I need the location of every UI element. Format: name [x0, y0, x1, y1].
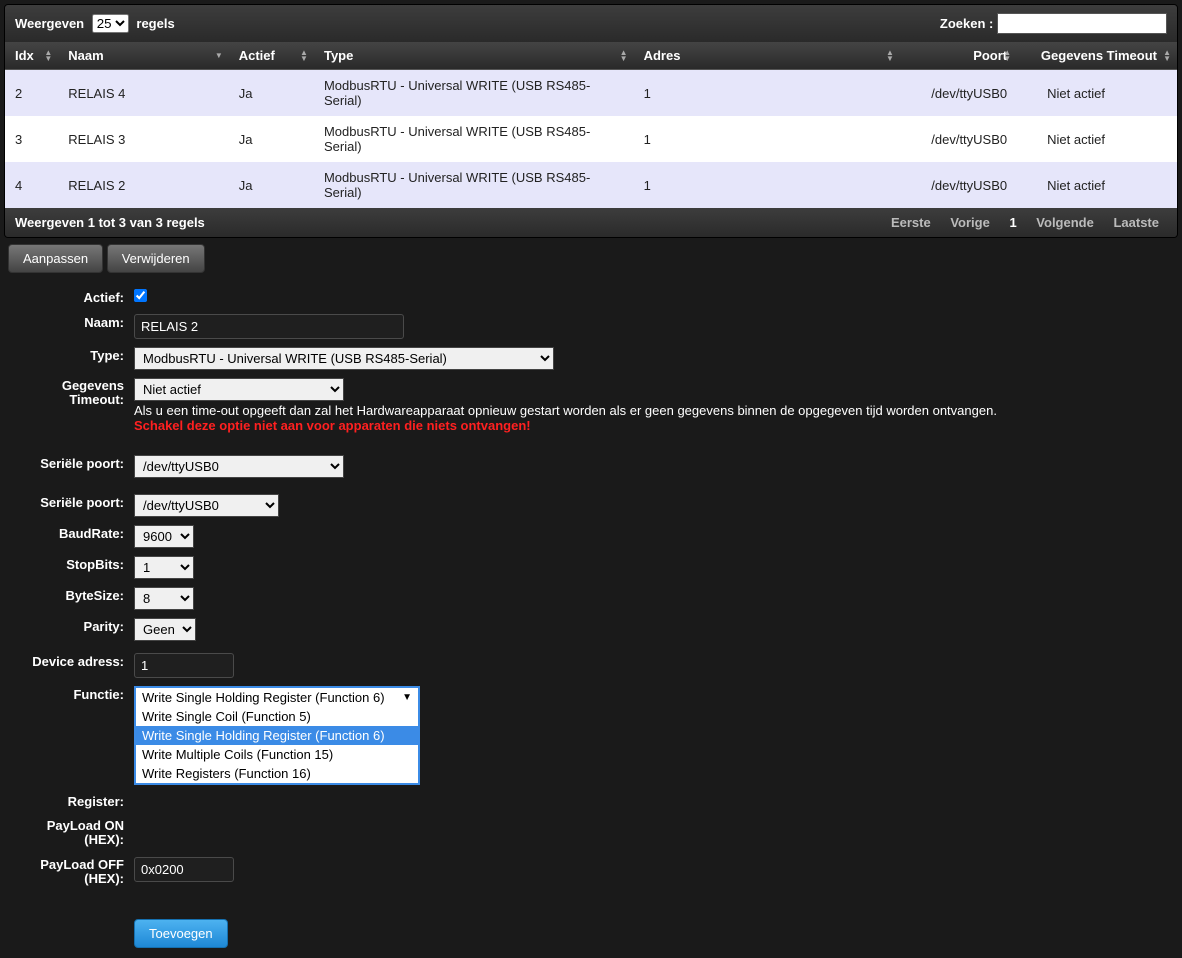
delete-button[interactable]: Verwijderen: [107, 244, 205, 273]
sort-icon: ▲▼: [300, 50, 308, 62]
payload-on-label: PayLoad ON (HEX):: [4, 816, 134, 851]
functie-label: Functie:: [4, 684, 134, 705]
pager-last[interactable]: Laatste: [1107, 213, 1165, 232]
col-naam[interactable]: Naam▼: [58, 42, 228, 70]
devadr-label: Device adress:: [4, 651, 134, 672]
show-suffix: regels: [136, 16, 174, 31]
bytesize-select[interactable]: 8: [134, 587, 194, 610]
col-poort[interactable]: Poort▲▼: [900, 42, 1017, 70]
cell-poort: /dev/ttyUSB0: [900, 70, 1017, 117]
show-prefix: Weergeven: [15, 16, 84, 31]
cell-actief: Ja: [229, 70, 314, 117]
cell-type: ModbusRTU - Universal WRITE (USB RS485-S…: [314, 116, 634, 162]
pagination: Eerste Vorige 1 Volgende Laatste: [883, 215, 1167, 230]
stop-label: StopBits:: [4, 554, 134, 575]
functie-option[interactable]: Write Registers (Function 16): [136, 764, 418, 783]
sort-icon: ▲▼: [620, 50, 628, 62]
sort-icon: ▲▼: [1163, 50, 1171, 62]
cell-timeout: Niet actief: [1017, 162, 1177, 208]
rows-per-page-select[interactable]: 25: [92, 14, 129, 33]
pager-first[interactable]: Eerste: [885, 213, 937, 232]
cell-timeout: Niet actief: [1017, 70, 1177, 117]
cell-naam: RELAIS 3: [58, 116, 228, 162]
cell-poort: /dev/ttyUSB0: [900, 116, 1017, 162]
cell-timeout: Niet actief: [1017, 116, 1177, 162]
serial-label: Seriële poort:: [4, 453, 134, 474]
col-type[interactable]: Type▲▼: [314, 42, 634, 70]
table-row[interactable]: 4RELAIS 2JaModbusRTU - Universal WRITE (…: [5, 162, 1177, 208]
serial2-label: Seriële poort:: [4, 492, 134, 513]
table-row[interactable]: 2RELAIS 4JaModbusRTU - Universal WRITE (…: [5, 70, 1177, 117]
cell-actief: Ja: [229, 162, 314, 208]
serial2-select[interactable]: /dev/ttyUSB0: [134, 494, 279, 517]
cell-naam: RELAIS 4: [58, 70, 228, 117]
baud-label: BaudRate:: [4, 523, 134, 544]
data-table-container: Weergeven 25 regels Zoeken : Idx▲▼ Naam▼…: [4, 4, 1178, 238]
baud-select[interactable]: 9600: [134, 525, 194, 548]
edit-button[interactable]: Aanpassen: [8, 244, 103, 273]
cell-adres: 1: [634, 70, 900, 117]
cell-actief: Ja: [229, 116, 314, 162]
naam-input[interactable]: [134, 314, 404, 339]
payload-off-input[interactable]: [134, 857, 234, 882]
table-footer: Weergeven 1 tot 3 van 3 regels Eerste Vo…: [5, 208, 1177, 237]
add-button[interactable]: Toevoegen: [134, 919, 228, 948]
cell-type: ModbusRTU - Universal WRITE (USB RS485-S…: [314, 70, 634, 117]
devices-table: Idx▲▼ Naam▼ Actief▲▼ Type▲▼ Adres▲▼ Poor…: [5, 42, 1177, 208]
cell-adres: 1: [634, 116, 900, 162]
table-row[interactable]: 3RELAIS 3JaModbusRTU - Universal WRITE (…: [5, 116, 1177, 162]
register-label: Register:: [4, 791, 134, 812]
cell-naam: RELAIS 2: [58, 162, 228, 208]
parity-label: Parity:: [4, 616, 134, 637]
col-idx[interactable]: Idx▲▼: [5, 42, 58, 70]
functie-select-open[interactable]: Write Single Holding Register (Function …: [134, 686, 420, 785]
cell-idx: 2: [5, 70, 58, 117]
chevron-down-icon: ▼: [402, 692, 412, 703]
device-form: Actief: Naam: Type: ModbusRTU - Universa…: [4, 287, 1178, 950]
sort-icon: ▲▼: [886, 50, 894, 62]
pager-next[interactable]: Volgende: [1030, 213, 1100, 232]
payload-off-label: PayLoad OFF (HEX):: [4, 855, 134, 890]
col-timeout[interactable]: Gegevens Timeout▲▼: [1017, 42, 1177, 70]
functie-option[interactable]: Write Single Coil (Function 5): [136, 707, 418, 726]
functie-option[interactable]: Write Multiple Coils (Function 15): [136, 745, 418, 764]
pager-prev[interactable]: Vorige: [944, 213, 996, 232]
cell-type: ModbusRTU - Universal WRITE (USB RS485-S…: [314, 162, 634, 208]
sort-icon: ▼: [215, 53, 223, 59]
table-summary: Weergeven 1 tot 3 van 3 regels: [15, 215, 205, 230]
search-input[interactable]: [997, 13, 1167, 34]
bytesize-label: ByteSize:: [4, 585, 134, 606]
parity-select[interactable]: Geen: [134, 618, 196, 641]
cell-adres: 1: [634, 162, 900, 208]
timeout-hint: Als u een time-out opgeeft dan zal het H…: [134, 403, 1178, 418]
pager-page[interactable]: 1: [1003, 213, 1022, 232]
functie-option[interactable]: Write Single Holding Register (Function …: [136, 726, 418, 745]
cell-idx: 3: [5, 116, 58, 162]
cell-idx: 4: [5, 162, 58, 208]
functie-selected: Write Single Holding Register (Function …: [142, 690, 385, 705]
actief-checkbox[interactable]: [134, 289, 147, 302]
search-label: Zoeken :: [940, 16, 993, 31]
col-adres[interactable]: Adres▲▼: [634, 42, 900, 70]
timeout-warning: Schakel deze optie niet aan voor apparat…: [134, 418, 1178, 433]
type-label: Type:: [4, 345, 134, 366]
naam-label: Naam:: [4, 312, 134, 333]
serial-select[interactable]: /dev/ttyUSB0: [134, 455, 344, 478]
timeout-select[interactable]: Niet actief: [134, 378, 344, 401]
sort-icon: ▲▼: [1003, 50, 1011, 62]
timeout-label: Gegevens Timeout:: [4, 376, 134, 411]
sort-icon: ▲▼: [44, 50, 52, 62]
table-toolbar: Weergeven 25 regels Zoeken :: [5, 5, 1177, 42]
actief-label: Actief:: [4, 287, 134, 308]
devadr-input[interactable]: [134, 653, 234, 678]
stop-select[interactable]: 1: [134, 556, 194, 579]
type-select[interactable]: ModbusRTU - Universal WRITE (USB RS485-S…: [134, 347, 554, 370]
cell-poort: /dev/ttyUSB0: [900, 162, 1017, 208]
col-actief[interactable]: Actief▲▼: [229, 42, 314, 70]
